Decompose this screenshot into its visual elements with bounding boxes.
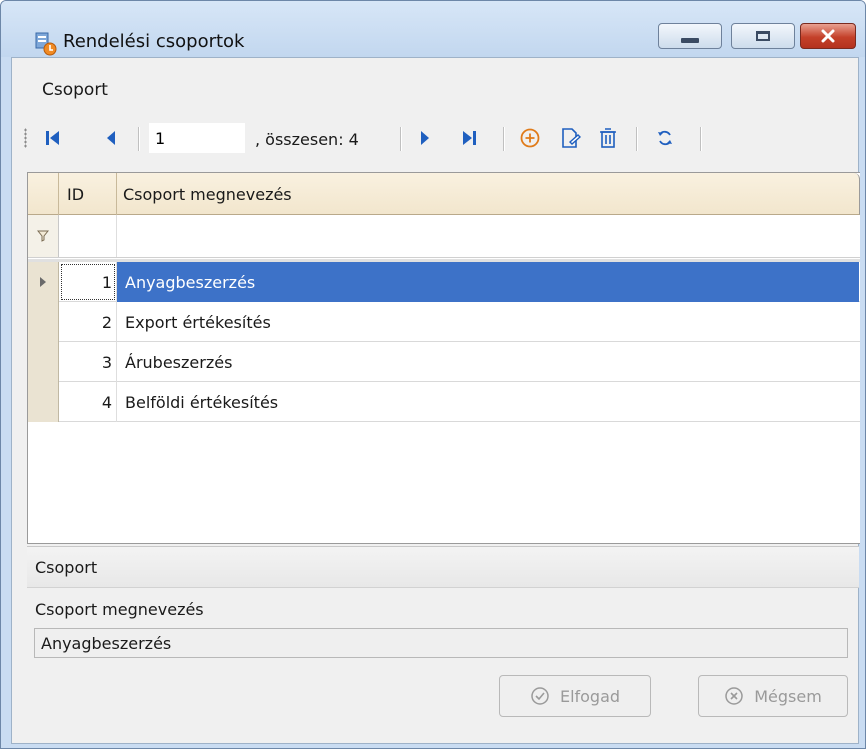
table-row[interactable]: 4 Belföldi értékesítés [28,382,860,422]
refresh-button[interactable] [653,126,677,150]
field-label: Csoport megnevezés [35,600,204,619]
header-indicator-cell [28,173,59,215]
toolbar-separator [636,127,638,151]
title-bar[interactable]: Rendelési csoportok [1,1,865,57]
toolbar-separator [400,127,402,151]
accept-label: Elfogad [559,686,621,706]
cell-id[interactable]: 4 [59,382,117,422]
edit-icon [562,128,581,148]
data-grid: ID Csoport megnevezés 1 Anyagbeszerzés 2… [27,172,860,544]
close-button[interactable] [800,23,856,49]
cell-name[interactable]: Árubeszerzés [117,342,859,382]
cell-id[interactable]: 3 [59,342,117,382]
detail-title: Csoport [27,546,859,588]
column-header-id[interactable]: ID [59,173,117,215]
cancel-circle-icon [725,687,743,705]
detail-panel: Csoport Csoport megnevezés Anyagbeszerzé… [27,546,859,742]
next-record-button[interactable] [414,126,436,150]
close-icon [821,29,835,43]
toolbar-grip[interactable] [24,128,27,148]
filter-icon [37,230,49,242]
cell-id[interactable]: 1 [59,262,117,302]
row-indicator [28,342,59,382]
filter-indicator [28,215,59,257]
row-indicator [28,302,59,342]
last-record-button[interactable] [458,126,480,150]
minimize-button[interactable] [658,23,722,49]
last-record-icon [463,131,476,145]
edit-record-button[interactable] [557,126,583,150]
accept-button[interactable]: Elfogad [499,675,651,717]
cell-name[interactable]: Export értékesítés [117,302,859,342]
toolbar-separator [138,127,140,151]
toolbar-separator [503,127,505,151]
app-icon [35,32,57,56]
cell-name[interactable]: Anyagbeszerzés [117,262,859,302]
table-row[interactable]: 3 Árubeszerzés [28,342,860,382]
cell-name[interactable]: Belföldi értékesítés [117,382,859,422]
add-icon [520,128,540,148]
maximize-button[interactable] [731,23,795,49]
prev-record-icon [107,131,115,145]
table-row[interactable]: 1 Anyagbeszerzés [28,262,860,302]
client-area: Csoport , összesen: 4 [11,57,860,744]
group-title: Csoport [42,80,108,100]
refresh-icon [658,130,672,146]
filter-cell-id[interactable] [59,215,117,257]
grid-header: ID Csoport megnevezés [28,173,860,215]
window-title: Rendelési csoportok [63,31,245,52]
row-indicator [28,382,59,422]
check-circle-icon [531,687,549,705]
filter-cell-name[interactable] [117,215,859,257]
dialog-window: Rendelési csoportok Csoport , összesen: … [0,0,866,749]
first-record-icon [46,131,59,145]
add-record-button[interactable] [517,126,543,150]
group-name-field[interactable]: Anyagbeszerzés [34,628,848,658]
delete-icon [600,128,616,148]
delete-record-button[interactable] [596,126,620,150]
cell-id[interactable]: 2 [59,302,117,342]
prev-record-button[interactable] [100,126,122,150]
table-row[interactable]: 2 Export értékesítés [28,302,860,342]
filter-row [28,215,860,258]
minimize-icon [681,37,699,43]
maximize-icon [756,31,770,41]
row-indicator [28,262,59,302]
toolbar-separator [700,127,702,151]
first-record-button[interactable] [42,126,64,150]
cancel-label: Mégsem [754,686,822,706]
cancel-button[interactable]: Mégsem [698,675,848,717]
record-total-label: , összesen: 4 [255,130,359,149]
next-record-icon [421,131,429,145]
record-navigator: , összesen: 4 [12,118,858,158]
current-row-arrow-icon [40,277,46,287]
column-header-name[interactable]: Csoport megnevezés [117,173,859,215]
record-position-input[interactable] [149,123,245,153]
